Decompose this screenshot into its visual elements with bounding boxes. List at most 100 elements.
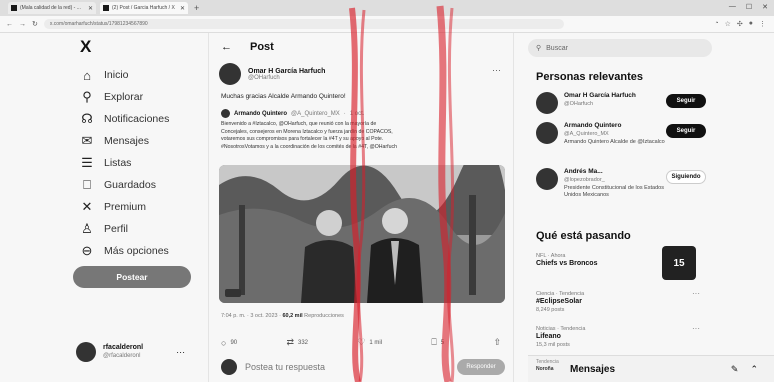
like-count: 1 mil xyxy=(369,339,383,346)
reply-composer: Postea tu respuesta Responder xyxy=(221,359,505,375)
post-button[interactable]: Postear xyxy=(73,266,191,288)
more-icon[interactable]: ··· xyxy=(176,347,185,357)
search-icon: ⚲ xyxy=(536,45,542,52)
back-arrow-icon[interactable]: ← xyxy=(221,41,232,53)
new-message-icon[interactable]: ✎ xyxy=(731,364,739,375)
close-window-icon[interactable]: ✕ xyxy=(762,3,768,11)
trend-count: 8,249 posts xyxy=(536,307,565,313)
reply-button[interactable]: ○ 90 xyxy=(221,337,237,348)
address-text: x.com/omarharfuch/status/17981234567890 xyxy=(49,21,148,27)
author-handle[interactable]: @OHarfuch xyxy=(248,75,325,81)
extension-icon[interactable]: ◔ xyxy=(714,20,718,28)
browser-tab[interactable]: (Mala calidad de la red) - ... ✕ xyxy=(8,2,96,14)
sidebar-item-search[interactable]: ⚲ Explorar xyxy=(80,86,169,108)
trend-name: Noroña xyxy=(536,366,554,372)
sidebar-item-mail[interactable]: ✉ Mensajes xyxy=(80,130,169,152)
new-tab-icon[interactable]: + xyxy=(194,3,199,13)
reload-icon[interactable]: ↻ xyxy=(32,20,38,28)
browser-tab-active[interactable]: (2) Post / Garcia Harfuch / X ✕ xyxy=(100,2,188,14)
sidebar-item-label: Guardados xyxy=(104,179,156,191)
quote-author-name: Armando Quintero xyxy=(234,110,288,117)
post-photo[interactable] xyxy=(219,165,505,303)
person-name[interactable]: Armando Quintero xyxy=(564,122,668,130)
bookmark-icon: ⎕ xyxy=(83,177,91,192)
account-switcher[interactable]: rfacalderonl @rfacalderonl ··· xyxy=(76,342,185,362)
quote-line: Concejales, consejeros en Morena Iztacal… xyxy=(221,128,393,135)
person-name[interactable]: Andrés Ma... xyxy=(564,168,668,176)
like-button[interactable]: ♡ 1 mil xyxy=(357,337,382,348)
trends-title: Qué está pasando xyxy=(536,230,631,242)
author-name[interactable]: Omar H García Harfuch xyxy=(248,68,325,75)
forward-icon[interactable]: → xyxy=(19,21,26,28)
puzzle-icon[interactable]: ✣ xyxy=(737,20,743,28)
x-logo[interactable]: X xyxy=(80,37,91,57)
sidebar-item-x-logo[interactable]: ✕ Premium xyxy=(80,196,169,218)
sidebar-item-more-circle[interactable]: ⊖ Más opciones xyxy=(80,240,169,262)
trend-item[interactable]: Tendencia Noroña xyxy=(536,359,566,373)
maximize-icon[interactable]: ☐ xyxy=(746,3,752,11)
browser-tab-bar: (Mala calidad de la red) - ... ✕ (2) Pos… xyxy=(0,0,774,16)
profile-icon[interactable]: ● xyxy=(749,20,753,28)
trend-category: Tendencia xyxy=(536,359,559,365)
more-icon[interactable]: ··· xyxy=(492,65,501,75)
repost-button[interactable]: ⇄ 332 xyxy=(286,337,308,348)
more-icon[interactable]: ··· xyxy=(692,290,700,298)
trend-thumbnail[interactable]: 15 xyxy=(662,246,696,280)
following-button[interactable]: Siguiendo xyxy=(666,170,706,184)
close-tab-icon[interactable]: ✕ xyxy=(88,5,93,12)
relevant-person[interactable]: Andrés Ma... @lopezobrador_ Presidente C… xyxy=(536,168,706,199)
person-bio: Armando Quintero Alcalde de @Iztacalco xyxy=(564,139,665,145)
close-tab-icon[interactable]: ✕ xyxy=(180,5,185,12)
post-author[interactable]: Omar H García Harfuch @OHarfuch xyxy=(219,63,325,85)
back-icon[interactable]: ← xyxy=(6,21,13,28)
relevant-person[interactable]: Armando Quintero @A_Quintero_MX Armando … xyxy=(536,122,706,146)
person-handle: @A_Quintero_MX xyxy=(564,131,609,137)
trend-item[interactable]: Ciencia · Tendencia #EclipseSolar 8,249 … xyxy=(536,290,700,314)
kebab-menu-icon[interactable]: ⋮ xyxy=(759,20,766,28)
follow-button[interactable]: Seguir xyxy=(666,124,706,138)
browser-toolbar: ← → ↻ x.com/omarharfuch/status/179812345… xyxy=(0,16,774,33)
avatar[interactable] xyxy=(536,92,558,114)
follow-button[interactable]: Seguir xyxy=(666,94,706,108)
person-handle: @lopezobrador_ xyxy=(564,177,605,183)
trend-category: Ciencia · Tendencia xyxy=(536,291,585,297)
screenshot: (Mala calidad de la red) - ... ✕ (2) Pos… xyxy=(0,0,774,382)
relevant-person[interactable]: Omar H García Harfuch @OHarfuch Seguir xyxy=(536,92,706,114)
messages-title: Mensajes xyxy=(570,363,616,375)
search-icon: ⚲ xyxy=(82,89,92,104)
post-timestamp[interactable]: 7:04 p. m. · 3 oct. 2023 · xyxy=(221,313,282,319)
star-icon[interactable]: ☆ xyxy=(725,20,731,28)
reply-input[interactable]: Postea tu respuesta xyxy=(245,362,325,372)
avatar[interactable] xyxy=(219,63,241,85)
trend-category: Noticias · Tendencia xyxy=(536,326,586,332)
person-name[interactable]: Omar H García Harfuch xyxy=(564,92,668,100)
list-icon: ☰ xyxy=(81,155,93,170)
person-handle: @OHarfuch xyxy=(564,101,594,107)
bookmark-icon: ⎕ xyxy=(431,337,437,347)
address-bar[interactable]: x.com/omarharfuch/status/17981234567890 xyxy=(43,19,564,29)
account-name: rfacalderonl xyxy=(103,344,144,351)
more-icon[interactable]: ··· xyxy=(692,325,700,333)
sidebar-item-list[interactable]: ☰ Listas xyxy=(80,152,169,174)
avatar xyxy=(221,109,230,118)
reply-icon: ○ xyxy=(221,337,227,348)
sidebar-item-person[interactable]: ♙ Perfil xyxy=(80,218,169,240)
trend-item[interactable]: Noticias · Tendencia Lifeano 15,3 mil po… xyxy=(536,325,700,349)
sidebar-item-bell[interactable]: ☊ Notificaciones xyxy=(80,108,169,130)
reply-submit-button[interactable]: Responder xyxy=(457,359,505,375)
sidebar-item-home[interactable]: ⌂ Inicio xyxy=(80,64,169,86)
share-button[interactable]: ⇧ xyxy=(493,337,501,348)
view-count: 60,2 mil xyxy=(282,313,303,319)
minimize-icon[interactable]: — xyxy=(729,3,736,11)
chevron-up-icon[interactable]: ⌃ xyxy=(750,364,758,375)
tab-title: (2) Post / Garcia Harfuch / X xyxy=(112,5,175,11)
sidebar-item-bookmark[interactable]: ⎕ Guardados xyxy=(80,174,169,196)
x-logo-icon: ✕ xyxy=(81,199,93,214)
bookmark-button[interactable]: ⎕ 5 xyxy=(431,337,444,348)
search-placeholder: Buscar xyxy=(546,44,568,52)
messages-drawer[interactable]: Tendencia Noroña Mensajes ✎ ⌃ xyxy=(528,355,774,382)
avatar[interactable] xyxy=(536,168,558,190)
page-title: Post xyxy=(250,41,274,53)
avatar[interactable] xyxy=(536,122,558,144)
search-input[interactable]: ⚲ Buscar xyxy=(528,39,712,57)
